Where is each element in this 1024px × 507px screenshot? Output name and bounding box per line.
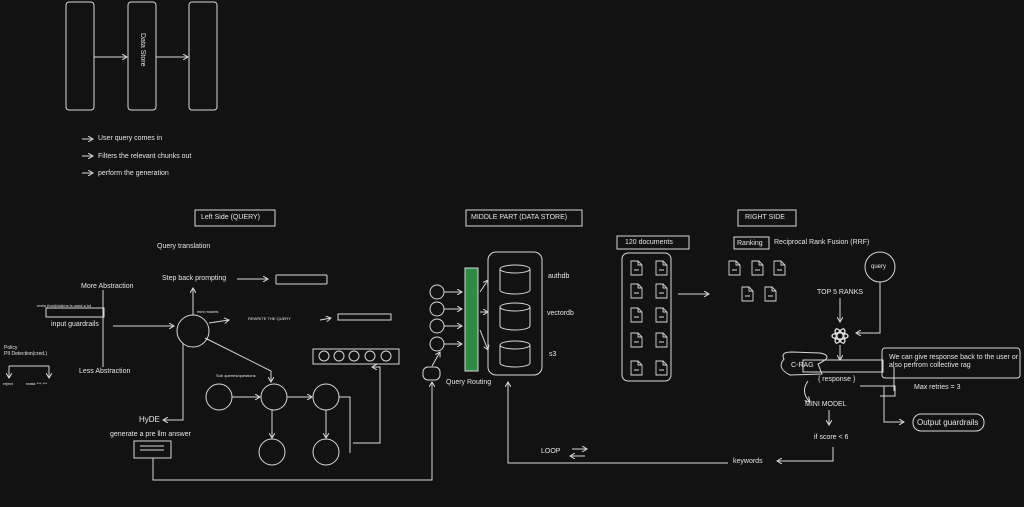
query-routing-label: Query Routing: [446, 379, 492, 386]
score-to-keywords-arrow: [777, 447, 834, 461]
crag-bar: [802, 359, 884, 373]
document-icon: [751, 260, 764, 276]
rewrite-arrow: [319, 318, 331, 320]
vectordb-label: vectordb: [547, 310, 574, 317]
sub-queries-label: Sub queries/questions: [216, 373, 256, 378]
route-node-1: [429, 284, 445, 300]
reject-label: reject: [3, 381, 13, 386]
input-guardrails-label: input guardrails: [51, 321, 99, 328]
rrf-label: Reciprocal Rank Fusion (RRF): [774, 239, 870, 246]
router-arrow-s3: [479, 329, 488, 350]
mini-to-rewrite-arrow: [208, 320, 229, 323]
step-user-query: User query comes in: [98, 135, 163, 142]
document-icon: [655, 360, 668, 376]
step-back-output-box: [275, 274, 328, 285]
vectordb-cylinder: [499, 302, 531, 331]
top-right-box: [188, 1, 218, 111]
top-left-box: [65, 1, 95, 111]
document-icon: [655, 283, 668, 299]
step-generation: perform the generation: [98, 170, 169, 177]
data-store-label: Data Store: [139, 33, 146, 67]
data-store-container: [487, 251, 543, 376]
to-output-guardrails-arrow: [883, 386, 904, 422]
hyde-label: HyDE: [139, 415, 160, 424]
document-icon: [630, 283, 643, 299]
authdb-label: authdb: [548, 273, 570, 280]
mask-label: mask ***.***: [26, 382, 47, 386]
document-icon: [630, 307, 643, 323]
parallel-node-4: [364, 350, 376, 362]
query-translation-label: Query translation: [157, 243, 211, 250]
route-node-4: [429, 336, 445, 352]
right-section-label: RIGHT SIDE: [745, 214, 785, 221]
more-abstraction-label: More Abstraction: [81, 283, 134, 290]
document-icon: [630, 360, 643, 376]
document-icon: [630, 260, 643, 276]
subquery-node-3: [312, 383, 340, 411]
route-node-2: [429, 301, 445, 317]
documents-label: 120 documents: [625, 239, 673, 246]
generate-label: generate a pre llm answer: [110, 431, 191, 438]
document-icon: [741, 286, 754, 302]
parallel-node-5: [380, 350, 392, 362]
llm-logo-icon: [831, 328, 849, 344]
subquery-node-5: [312, 438, 340, 466]
max-retries-label: Max retries = 3: [914, 384, 961, 391]
query-label: query: [871, 264, 887, 270]
document-icon: [764, 286, 777, 302]
document-icon: [655, 332, 668, 348]
s3-label: s3: [549, 351, 557, 358]
if-score-label: if score < 6: [814, 434, 849, 441]
step-filter: Filters the relevant chunks out: [98, 153, 192, 160]
document-icon: [630, 332, 643, 348]
routing-input-arrow: [431, 352, 440, 367]
parallel-node-3: [348, 350, 360, 362]
middle-section-label: MIDDLE PART (DATA STORE): [471, 214, 568, 221]
router-arrow-authdb: [479, 280, 488, 293]
less-abstraction-label: Less Abstraction: [79, 368, 131, 375]
retries-connector: [860, 385, 896, 397]
note-text: We can give response back to the user or…: [889, 354, 1019, 369]
parallel-node-2: [333, 350, 345, 362]
subquery-node-4: [258, 438, 286, 466]
crag-label: C-RAG: [791, 362, 814, 369]
top5-label: TOP 5 RANKS: [817, 289, 864, 296]
document-icon: [655, 307, 668, 323]
left-section-label: Left Side (QUERY): [201, 214, 261, 221]
query-router-bar: [464, 267, 479, 372]
routing-input-node: [422, 366, 441, 381]
route-node-3: [429, 318, 445, 334]
subquery-node-2: [260, 383, 288, 411]
subq-return-arrow: [353, 367, 381, 444]
rewrite-output-box: [337, 313, 392, 321]
meta-tool-label: meta (tool)/claims is used a lot: [37, 303, 92, 308]
mini-model-label: MINI MODEL: [805, 401, 847, 408]
response-label: { response }: [818, 376, 856, 383]
output-guardrails-label: Output guardrails: [917, 418, 979, 427]
rewrite-query-label: REWRITE THE QUERY: [248, 316, 291, 321]
response-to-minimodel-arrow: [804, 380, 810, 402]
keywords-label: keywords: [733, 458, 763, 465]
step-back-label: Step back prompting: [162, 275, 227, 282]
mini-models-label: mini models: [197, 309, 219, 314]
mask-text: mask: [26, 381, 36, 386]
document-icon: [773, 260, 786, 276]
parallel-node-1: [318, 350, 330, 362]
s3-cylinder: [499, 340, 531, 368]
loop-label: LOOP: [541, 448, 561, 455]
mini-to-hyde-arrow: [163, 343, 184, 420]
authdb-cylinder: [499, 264, 531, 295]
document-icon: [655, 260, 668, 276]
subq-feedback-line: [339, 396, 351, 453]
ranking-label: Ranking: [737, 240, 763, 247]
mini-models-node: [176, 314, 210, 348]
pii-label: PII Detection(cred.): [4, 351, 48, 357]
subquery-node-1: [205, 383, 233, 411]
meta-box: [45, 307, 105, 318]
document-icon: [728, 260, 741, 276]
mask-suffix: ***.***: [36, 381, 48, 386]
